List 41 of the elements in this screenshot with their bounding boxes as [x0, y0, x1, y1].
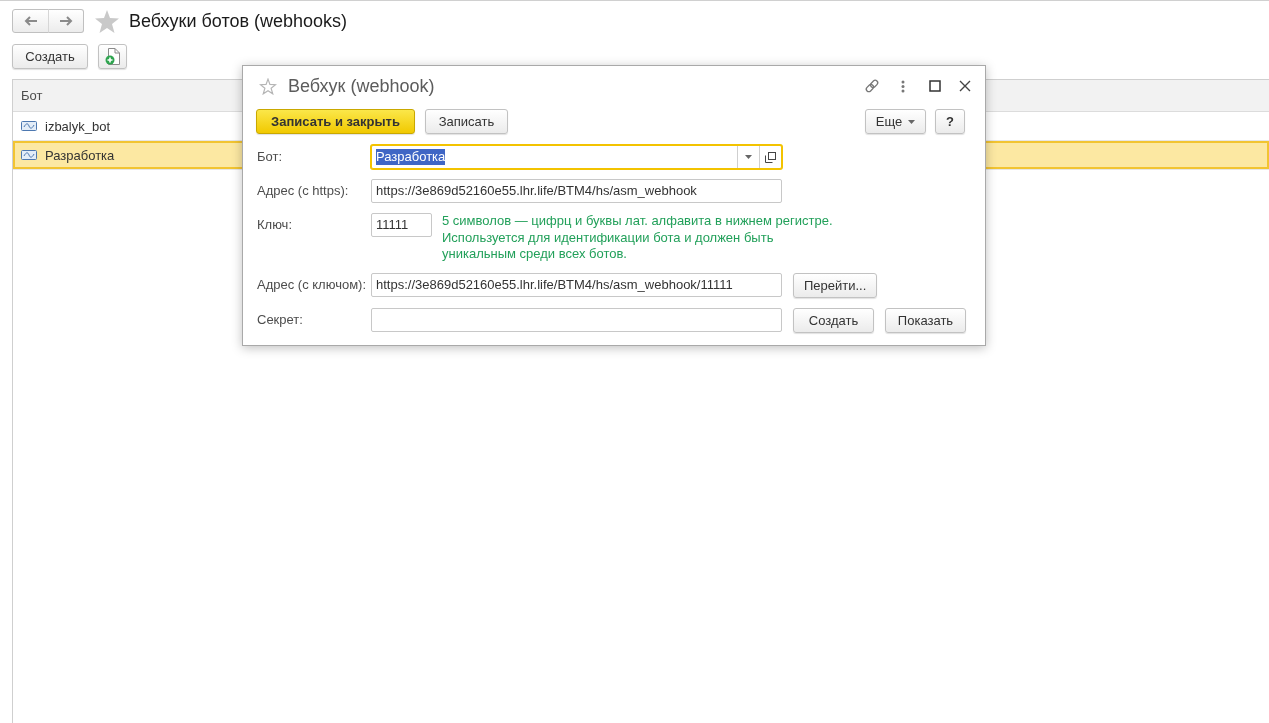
table-cell[interactable]: izbalyk_bot — [13, 112, 241, 140]
star-outline-icon[interactable] — [259, 77, 277, 95]
field-label: Секрет: — [257, 310, 304, 329]
text-field[interactable]: https://3e869d52160e55.lhr.life/BTM4/hs/asm_webhook — [371, 179, 782, 203]
more-menu-icon[interactable] — [901, 79, 905, 93]
wave-icon — [21, 150, 37, 160]
add-document-button[interactable] — [98, 44, 127, 69]
save-button[interactable]: Записать — [425, 109, 508, 134]
wave-icon — [21, 121, 37, 131]
text-field[interactable] — [371, 307, 782, 332]
more-button[interactable]: Еще — [865, 109, 926, 134]
field-action-button[interactable]: Показать — [885, 307, 966, 333]
arrow-left-icon — [23, 16, 38, 26]
text-field[interactable]: 11111 — [371, 213, 432, 237]
page-title: Вебхуки ботов (webhooks) — [129, 10, 348, 32]
field-label: Адрес (с https): — [257, 182, 350, 200]
text-field[interactable]: https://3e869d52160e55.lhr.life/BTM4/hs/asm_webhook/11111 — [371, 272, 782, 297]
document-plus-icon — [105, 48, 120, 65]
dropdown-arrow-icon[interactable] — [745, 155, 752, 159]
dialog-title: Вебхук (webhook) — [288, 75, 435, 97]
field-label: Адрес (с ключом): — [257, 275, 368, 294]
close-icon[interactable] — [959, 80, 971, 92]
back-button[interactable] — [12, 9, 49, 33]
create-button[interactable]: Создать — [12, 44, 88, 69]
caret-icon — [908, 119, 916, 124]
arrow-right-icon — [59, 16, 73, 26]
field-label: Бот: — [257, 148, 284, 166]
forward-button[interactable] — [48, 9, 84, 33]
field-action-button[interactable]: Создать — [793, 307, 874, 333]
column-header[interactable]: Бот — [21, 88, 43, 103]
link-icon[interactable] — [864, 78, 880, 94]
field-label: Ключ: — [257, 216, 293, 234]
save-and-close-button[interactable]: Записать и закрыть — [256, 109, 415, 134]
star-icon[interactable] — [95, 9, 119, 33]
two-squares-icon[interactable] — [765, 151, 776, 163]
help-button[interactable]: ? — [935, 109, 965, 134]
field-action-button[interactable]: Перейти... — [793, 272, 878, 298]
table-cell[interactable]: Разработка — [13, 141, 241, 169]
hint-text: 5 символов — цифрц и буквы лат. алфавита в нижнем регистре. Используется для идентификации бота и должен быть уникальным среди всех ботов. — [442, 213, 833, 263]
maximize-icon[interactable] — [929, 80, 941, 92]
select-field[interactable]: Разработка — [371, 145, 782, 169]
